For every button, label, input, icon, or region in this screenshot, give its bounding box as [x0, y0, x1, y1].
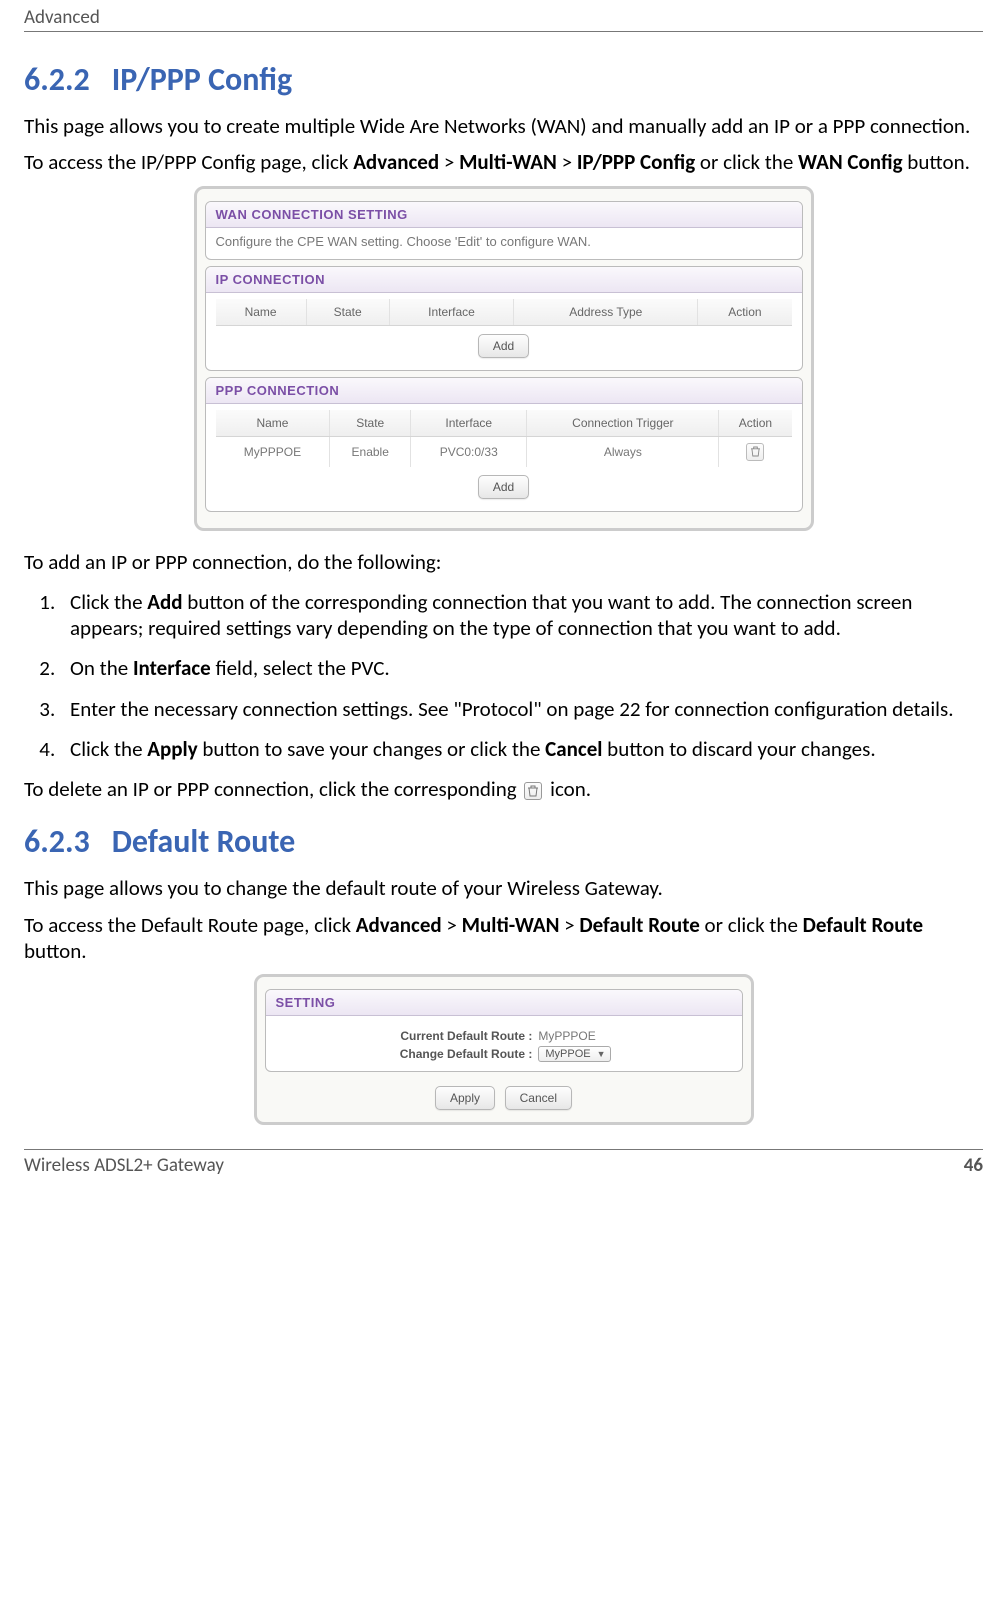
- section-622-title: 6.2.2 IP/PPP Config: [24, 60, 983, 99]
- ppp-col-interface: Interface: [410, 410, 526, 437]
- ppp-row-iface: PVC0:0/33: [410, 436, 526, 467]
- cancel-button[interactable]: Cancel: [505, 1086, 572, 1110]
- wan-box-subtitle: Configure the CPE WAN setting. Choose 'E…: [206, 228, 802, 259]
- chevron-down-icon: ▼: [597, 1049, 606, 1059]
- ip-connection-table: Name State Interface Address Type Action: [216, 299, 792, 326]
- step-1: Click the Add button of the correspondin…: [60, 589, 983, 642]
- section-623-name: Default Route: [112, 822, 295, 861]
- add-connection-intro: To add an IP or PPP connection, do the f…: [24, 549, 983, 575]
- section-623-p1: This page allows you to change the defau…: [24, 875, 983, 901]
- ip-col-interface: Interface: [389, 299, 514, 326]
- ppp-col-name: Name: [216, 410, 330, 437]
- ppp-col-state: State: [330, 410, 411, 437]
- section-623-title: 6.2.3 Default Route: [24, 822, 983, 861]
- ip-box-header: IP CONNECTION: [206, 267, 802, 293]
- page-footer: Wireless ADSL2+ Gateway 46: [24, 1149, 983, 1177]
- ppp-row-state: Enable: [330, 436, 411, 467]
- setting-box: SETTING Current Default Route : MyPPPOE …: [265, 989, 743, 1072]
- ppp-box-header: PPP CONNECTION: [206, 378, 802, 404]
- ip-col-name: Name: [216, 299, 307, 326]
- ip-col-state: State: [306, 299, 389, 326]
- page-header: Advanced: [24, 0, 983, 32]
- apply-button[interactable]: Apply: [435, 1086, 495, 1110]
- footer-left: Wireless ADSL2+ Gateway: [24, 1154, 224, 1177]
- current-default-route-row: Current Default Route : MyPPPOE: [286, 1029, 722, 1043]
- section-622-name: IP/PPP Config: [112, 60, 292, 99]
- change-default-route-select[interactable]: MyPPOE ▼: [538, 1046, 610, 1062]
- change-default-route-label: Change Default Route :: [286, 1047, 539, 1061]
- section-622-num: 6.2.2: [24, 60, 90, 99]
- section-623-p2: To access the Default Route page, click …: [24, 912, 983, 965]
- steps-list: Click the Add button of the correspondin…: [60, 589, 983, 762]
- trash-icon[interactable]: [746, 443, 764, 461]
- ip-col-action: Action: [698, 299, 792, 326]
- section-622-p2: To access the IP/PPP Config page, click …: [24, 149, 983, 175]
- section-623-num: 6.2.3: [24, 822, 90, 861]
- default-route-screenshot: SETTING Current Default Route : MyPPPOE …: [254, 974, 754, 1125]
- ppp-col-conntrigger: Connection Trigger: [527, 410, 719, 437]
- ppp-row-trig: Always: [527, 436, 719, 467]
- ppp-connection-box: PPP CONNECTION Name State Interface Conn…: [205, 377, 803, 512]
- ppp-row-name: MyPPPOE: [216, 436, 330, 467]
- table-row: MyPPPOE Enable PVC0:0/33 Always: [216, 436, 792, 467]
- current-default-route-value: MyPPPOE: [538, 1029, 721, 1043]
- trash-icon: [524, 782, 542, 800]
- step-3: Enter the necessary connection settings.…: [60, 696, 983, 722]
- wan-settings-screenshot: WAN CONNECTION SETTING Configure the CPE…: [194, 186, 814, 531]
- step-2: On the Interface field, select the PVC.: [60, 655, 983, 681]
- wan-connection-setting-box: WAN CONNECTION SETTING Configure the CPE…: [205, 201, 803, 260]
- ppp-connection-table: Name State Interface Connection Trigger …: [216, 410, 792, 467]
- ip-col-addrtype: Address Type: [514, 299, 698, 326]
- section-622-p1: This page allows you to create multiple …: [24, 113, 983, 139]
- ppp-add-button[interactable]: Add: [478, 475, 529, 499]
- change-default-route-row: Change Default Route : MyPPOE ▼: [286, 1046, 722, 1062]
- current-default-route-label: Current Default Route :: [286, 1029, 539, 1043]
- setting-box-header: SETTING: [266, 990, 742, 1016]
- header-left: Advanced: [24, 6, 100, 29]
- ip-connection-box: IP CONNECTION Name State Interface Addre…: [205, 266, 803, 371]
- select-value: MyPPOE: [545, 1048, 590, 1060]
- wan-box-header: WAN CONNECTION SETTING: [206, 202, 802, 228]
- step-4: Click the Apply button to save your chan…: [60, 736, 983, 762]
- ppp-col-action: Action: [719, 410, 792, 437]
- footer-page-number: 46: [964, 1154, 983, 1177]
- ip-add-button[interactable]: Add: [478, 334, 529, 358]
- delete-connection-line: To delete an IP or PPP connection, click…: [24, 776, 983, 802]
